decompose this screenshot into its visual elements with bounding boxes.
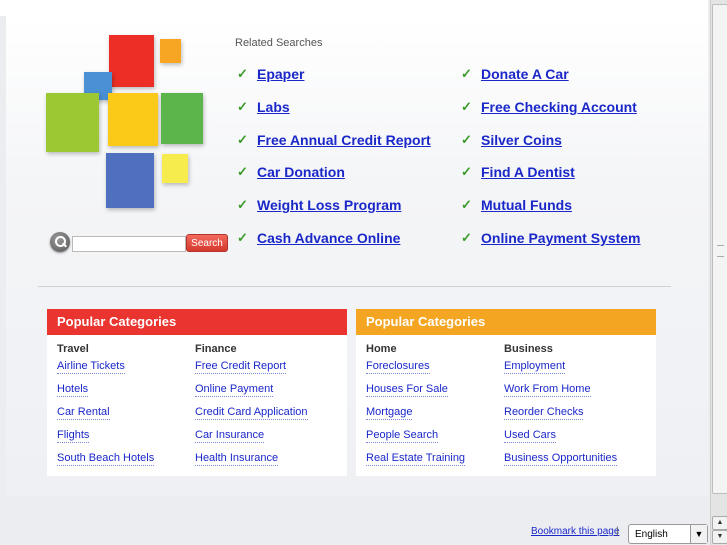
category-link[interactable]: Real Estate Training — [366, 451, 466, 466]
checkmark-icon: ✓ — [461, 132, 472, 147]
category-link[interactable]: Online Payment — [195, 382, 274, 397]
category-link[interactable]: Health Insurance — [195, 451, 279, 466]
search-input[interactable] — [72, 236, 186, 252]
related-link[interactable]: Car Donation — [257, 164, 345, 180]
category-link[interactable]: Houses For Sale — [366, 382, 448, 397]
related-searches-title: Related Searches — [235, 37, 323, 49]
checkmark-icon: ✓ — [461, 197, 472, 212]
related-link[interactable]: Cash Advance Online — [257, 230, 400, 246]
related-link-item: ✓ Mutual Funds — [461, 197, 572, 213]
logo-tile-red — [109, 35, 154, 87]
related-link-item: ✓ Car Donation — [237, 164, 345, 180]
related-link[interactable]: Epaper — [257, 66, 304, 82]
column-title: Business — [504, 343, 553, 355]
related-link-item: ✓ Weight Loss Program — [237, 197, 401, 213]
related-link-item: ✓ Donate A Car — [461, 66, 569, 82]
checkmark-icon: ✓ — [237, 132, 248, 147]
bookmark-link[interactable]: Bookmark this page — [531, 526, 619, 537]
logo-tile-lightyellow — [162, 154, 188, 183]
category-header: Popular Categories — [356, 309, 656, 335]
category-column-travel: Travel Airline Tickets Hotels Car Rental… — [57, 343, 155, 474]
column-title: Finance — [195, 343, 237, 355]
related-link[interactable]: Mutual Funds — [481, 197, 572, 213]
related-link-item: ✓ Epaper — [237, 66, 304, 82]
category-link[interactable]: Work From Home — [504, 382, 591, 397]
checkmark-icon: ✓ — [237, 164, 248, 179]
search-bar: Search — [50, 232, 230, 254]
scrollbar-grip-icon — [717, 245, 724, 257]
category-header: Popular Categories — [47, 309, 347, 335]
category-link[interactable]: Employment — [504, 359, 566, 374]
chevron-down-icon[interactable]: ▼ — [690, 525, 707, 543]
category-link[interactable]: Reorder Checks — [504, 405, 584, 420]
logo-tile-navy — [106, 153, 154, 208]
popular-categories-box-2: Popular Categories Home Foreclosures Hou… — [356, 309, 656, 476]
category-link[interactable]: Flights — [57, 428, 90, 443]
category-column-business: Business Employment Work From Home Reord… — [504, 343, 618, 474]
checkmark-icon: ✓ — [237, 99, 248, 114]
search-button[interactable]: Search — [186, 234, 228, 252]
scroll-up-icon[interactable]: ▲ — [712, 516, 727, 530]
checkmark-icon: ✓ — [237, 230, 248, 245]
category-link[interactable]: Business Opportunities — [504, 451, 618, 466]
category-link[interactable]: Credit Card Application — [195, 405, 308, 420]
checkmark-icon: ✓ — [461, 66, 472, 81]
related-link[interactable]: Find A Dentist — [481, 164, 575, 180]
category-link[interactable]: Hotels — [57, 382, 89, 397]
category-link[interactable]: Free Credit Report — [195, 359, 287, 374]
scrollbar-thumb[interactable] — [712, 4, 727, 494]
language-select[interactable]: English ▼ — [628, 524, 708, 544]
related-link[interactable]: Silver Coins — [481, 132, 562, 148]
checkmark-icon: ✓ — [461, 164, 472, 179]
vertical-scrollbar[interactable]: ▲ ▼ — [710, 0, 727, 545]
divider — [38, 286, 671, 287]
related-link[interactable]: Free Checking Account — [481, 99, 637, 115]
related-link-item: ✓ Cash Advance Online — [237, 230, 400, 246]
category-link[interactable]: Car Rental — [57, 405, 110, 420]
category-link[interactable]: Car Insurance — [195, 428, 265, 443]
category-link[interactable]: People Search — [366, 428, 439, 443]
scroll-down-icon[interactable]: ▼ — [712, 530, 727, 544]
logo-tile-orange — [160, 39, 181, 63]
related-link-item: ✓ Silver Coins — [461, 132, 562, 148]
related-link-item: ✓ Find A Dentist — [461, 164, 575, 180]
related-link[interactable]: Donate A Car — [481, 66, 569, 82]
checkmark-icon: ✓ — [461, 99, 472, 114]
related-link[interactable]: Online Payment System — [481, 230, 641, 246]
logo-tile-green-left — [46, 93, 99, 152]
top-bar — [0, 0, 708, 16]
related-link[interactable]: Weight Loss Program — [257, 197, 401, 213]
checkmark-icon: ✓ — [461, 230, 472, 245]
related-link[interactable]: Labs — [257, 99, 290, 115]
category-link[interactable]: Mortgage — [366, 405, 413, 420]
checkmark-icon: ✓ — [237, 66, 248, 81]
related-link-item: ✓ Online Payment System — [461, 230, 641, 246]
logo-tile-yellow — [108, 93, 158, 146]
column-title: Home — [366, 343, 397, 355]
category-link[interactable]: Used Cars — [504, 428, 556, 443]
checkmark-icon: ✓ — [237, 197, 248, 212]
related-link[interactable]: Free Annual Credit Report — [257, 132, 431, 148]
logo — [44, 34, 204, 210]
category-column-finance: Finance Free Credit Report Online Paymen… — [195, 343, 308, 474]
footer-separator: | — [616, 526, 619, 537]
category-link[interactable]: South Beach Hotels — [57, 451, 155, 466]
related-link-item: ✓ Labs — [237, 99, 290, 115]
category-link[interactable]: Foreclosures — [366, 359, 430, 374]
related-link-item: ✓ Free Annual Credit Report — [237, 132, 431, 148]
logo-tile-green-right — [161, 93, 203, 144]
language-value: English — [635, 529, 668, 540]
search-icon — [50, 232, 70, 252]
footer: Bookmark this page | English ▼ — [0, 517, 708, 545]
related-link-item: ✓ Free Checking Account — [461, 99, 637, 115]
category-link[interactable]: Airline Tickets — [57, 359, 125, 374]
category-column-home: Home Foreclosures Houses For Sale Mortga… — [366, 343, 466, 474]
column-title: Travel — [57, 343, 89, 355]
popular-categories-box-1: Popular Categories Travel Airline Ticket… — [47, 309, 347, 476]
